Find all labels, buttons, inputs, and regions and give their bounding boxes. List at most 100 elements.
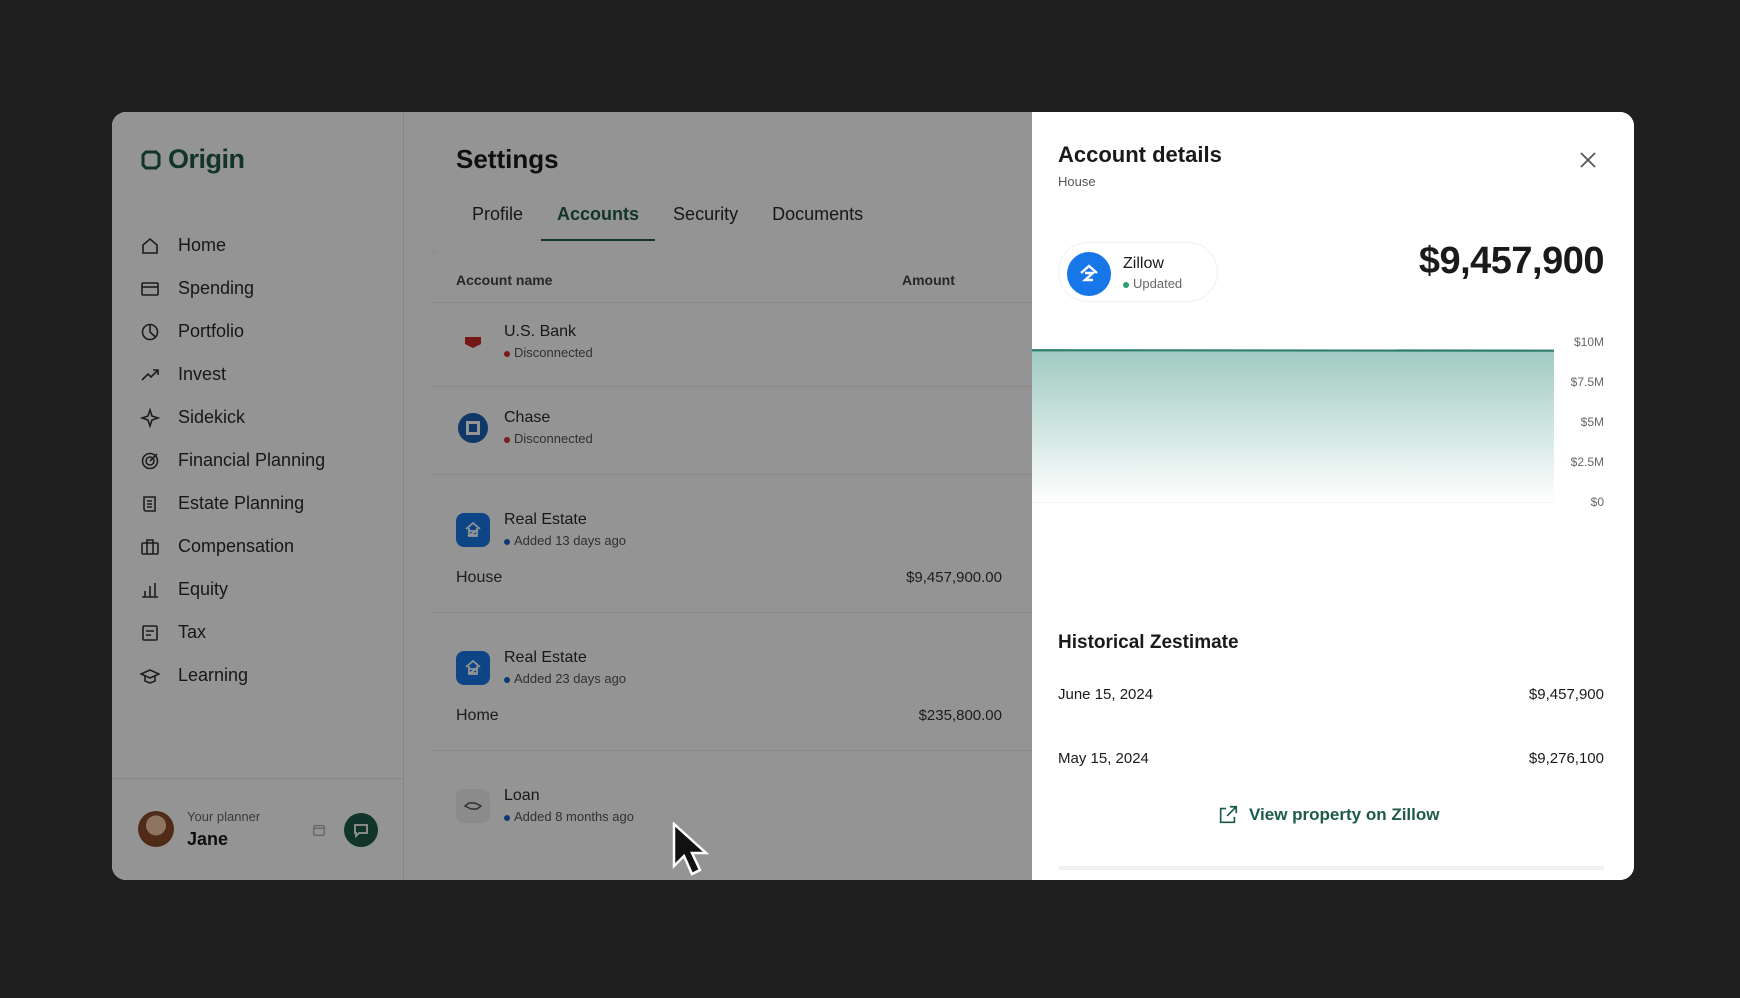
sidebar-item-label: Sidekick [178, 407, 246, 427]
tab-profile[interactable]: Profile [456, 198, 539, 241]
link-label: View property on Zillow [1249, 805, 1440, 824]
app-window: Origin Home Spending Portfolio Invest Si… [112, 112, 1634, 880]
close-button[interactable] [1576, 148, 1600, 172]
loan-icon [456, 789, 490, 823]
sidebar-item-compensation[interactable]: Compensation [140, 525, 390, 568]
account-title: Chase [504, 409, 551, 426]
account-title: Real Estate [504, 649, 587, 666]
sidebar-item-learning[interactable]: Learning [140, 654, 390, 697]
sidebar-item-label: Financial Planning [178, 450, 326, 470]
account-status: Added 23 days ago [504, 671, 626, 686]
sidebar-item-spending[interactable]: Spending [140, 267, 390, 310]
pie-chart-icon [141, 323, 159, 340]
account-details-drawer: Account details House Zillow Updated $9,… [1032, 112, 1634, 880]
logo-text: Origin [168, 144, 245, 174]
sidebar-item-home[interactable]: Home [140, 224, 390, 267]
external-link-icon [1219, 805, 1238, 824]
sidebar-item-equity[interactable]: Equity [140, 568, 390, 611]
receipt-icon [142, 624, 158, 641]
mouse-cursor-icon [672, 822, 710, 876]
sidebar-item-label: Learning [178, 665, 249, 685]
y-tick-label: $5M [1581, 415, 1604, 429]
account-title: Loan [504, 787, 540, 804]
table-row[interactable]: Chase Disconnected [432, 386, 1072, 474]
sidebar-item-label: Tax [178, 622, 207, 642]
y-tick-label: $7.5M [1571, 375, 1604, 389]
account-amount: $235,800.00 [918, 707, 1002, 724]
x-tick-label: May 2024 [1501, 511, 1554, 512]
tab-accounts[interactable]: Accounts [541, 198, 656, 241]
sidebar-item-label: Spending [178, 278, 255, 298]
y-tick-label: $0 [1591, 495, 1605, 509]
sidebar-item-portfolio[interactable]: Portfolio [140, 310, 390, 353]
sidebar-item-label: Compensation [178, 536, 295, 556]
sidebar-item-label: Invest [178, 364, 227, 384]
tab-documents[interactable]: Documents [756, 198, 879, 241]
table-row[interactable]: Real Estate Added 23 days ago Home $235,… [432, 612, 1072, 750]
home-icon [142, 237, 158, 254]
us-bank-icon [456, 325, 490, 359]
chat-icon [354, 824, 368, 838]
y-axis-ticks: $10M $7.5M $5M $2.5M $0 [1571, 335, 1605, 509]
calendar-button[interactable] [308, 819, 330, 841]
target-icon [141, 452, 159, 469]
sidebar-item-label: Home [178, 235, 227, 255]
drawer-title: Account details [1058, 142, 1222, 167]
x-axis-ticks: May 2024 [1501, 511, 1554, 512]
sidebar-item-label: Estate Planning [178, 493, 305, 513]
sidebar-item-estate-planning[interactable]: Estate Planning [140, 482, 390, 525]
origin-logo[interactable]: Origin [140, 144, 245, 175]
sidebar-item-label: Portfolio [178, 321, 245, 341]
history-value: $9,457,900 [1528, 686, 1604, 703]
page-title: Settings [456, 144, 559, 174]
calendar-icon [313, 825, 325, 836]
sidebar-item-financial-planning[interactable]: Financial Planning [140, 439, 390, 482]
bar-chart-icon [142, 582, 158, 598]
account-title: U.S. Bank [504, 323, 577, 340]
view-on-zillow-link[interactable]: View property on Zillow [1217, 804, 1440, 826]
sidebar: Origin Home Spending Portfolio Invest Si… [112, 112, 404, 880]
provider-badge: Zillow Updated [1058, 242, 1218, 302]
provider-name: Zillow [1123, 255, 1164, 272]
briefcase-icon [141, 538, 159, 555]
zillow-logo-icon [1067, 252, 1111, 296]
account-status: Disconnected [504, 431, 593, 446]
scroll-icon [143, 495, 156, 512]
table-row[interactable]: Loan Added 8 months ago [432, 750, 1072, 880]
drawer-bottom-divider [1058, 866, 1604, 870]
table-row[interactable]: U.S. Bank Disconnected [432, 302, 1072, 386]
close-icon [1580, 152, 1596, 168]
settings-tabs: Profile Accounts Security Documents [456, 198, 881, 241]
zillow-icon [456, 513, 490, 547]
tab-security[interactable]: Security [657, 198, 754, 241]
account-status: Disconnected [504, 345, 593, 360]
avatar[interactable] [138, 811, 174, 847]
history-date: May 15, 2024 [1058, 750, 1149, 767]
sidebar-item-label: Equity [178, 579, 229, 599]
sidebar-item-invest[interactable]: Invest [140, 353, 390, 396]
chat-button[interactable] [344, 813, 378, 847]
account-amount: $9,457,900.00 [906, 569, 1002, 586]
sparkle-icon [140, 407, 160, 428]
y-tick-label: $10M [1574, 335, 1604, 349]
planner-label: Your planner [187, 809, 261, 824]
area-fill [1032, 350, 1554, 502]
wallet-icon [141, 281, 159, 296]
account-status: Added 13 days ago [504, 533, 626, 548]
history-row: June 15, 2024 $9,457,900 [1058, 686, 1604, 714]
column-header-account-name: Account name [456, 272, 553, 288]
value-chart: $10M $7.5M $5M $2.5M $0 May 2024 [1032, 335, 1605, 512]
drawer-subtitle: House [1058, 174, 1096, 189]
history-value: $9,276,100 [1528, 750, 1604, 767]
sidebar-nav: Home Spending Portfolio Invest Sidekick [140, 224, 390, 697]
chase-icon [456, 411, 490, 445]
sidebar-item-tax[interactable]: Tax [140, 611, 390, 654]
history-title: Historical Zestimate [1058, 632, 1239, 653]
origin-logo-icon [141, 150, 161, 169]
trending-up-icon [141, 368, 159, 381]
account-amount: $9,457,900 [1418, 240, 1605, 282]
provider-status: Updated [1123, 276, 1182, 291]
table-row[interactable]: Real Estate Added 13 days ago House $9,4… [432, 474, 1072, 612]
y-tick-label: $2.5M [1571, 455, 1604, 469]
sidebar-item-sidekick[interactable]: Sidekick [140, 396, 390, 439]
